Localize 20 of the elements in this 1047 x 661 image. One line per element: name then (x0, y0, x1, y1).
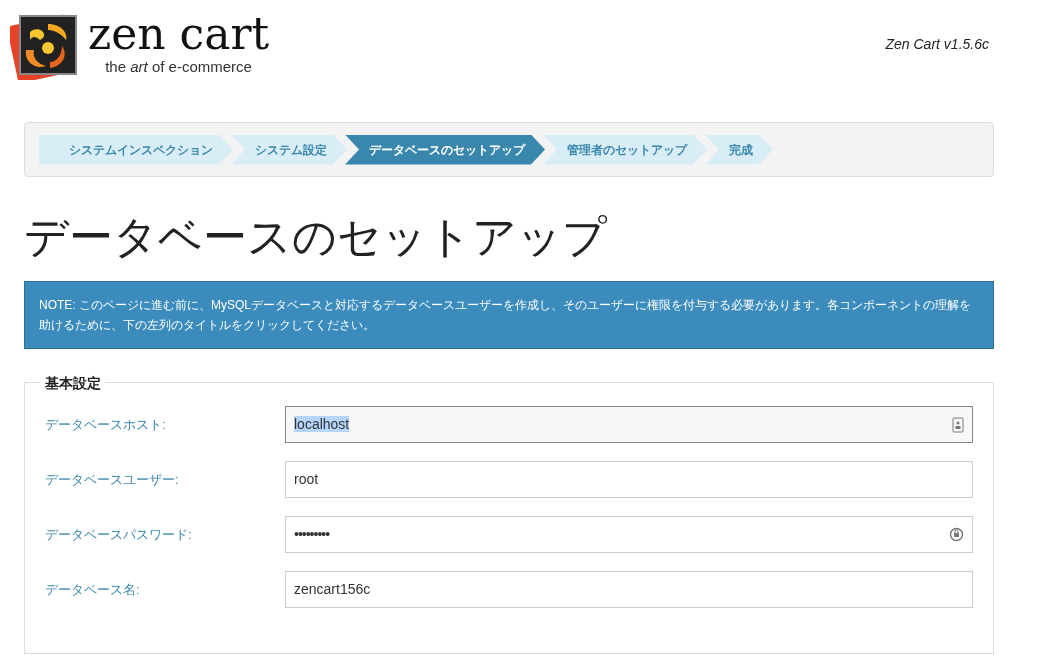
field-label[interactable]: データベースユーザー: (45, 469, 285, 490)
version-text: Zen Cart v1.5.6c (885, 35, 989, 54)
password-field[interactable]: ••••••••• (285, 516, 973, 553)
contact-card-icon[interactable] (952, 416, 964, 433)
progress-step: システムインスペクション (39, 134, 233, 165)
input-field[interactable]: root (285, 461, 973, 498)
section-legend: 基本設定 (41, 373, 105, 394)
progress-step: システム設定 (231, 134, 347, 165)
logo-wordmark: zen cart (88, 11, 270, 56)
input-field[interactable]: zencart156c (285, 571, 973, 608)
field-label[interactable]: データベース名: (45, 579, 285, 600)
logo-tagline: the art of e-commerce (105, 56, 252, 77)
progress-step: 管理者のセットアップ (543, 134, 707, 165)
field-label[interactable]: データベースパスワード: (45, 524, 285, 545)
input-field[interactable]: localhost (285, 406, 973, 443)
progress-step: 完成 (705, 134, 773, 165)
note-banner: NOTE: このページに進む前に、MySQLデータベースと対応するデータベースユーザーを作成し、そのユーザーに権限を付与する必要があります。各コンポーネントの理解を助けるために、下の左列のタイトルをクリックしてください。 (24, 281, 994, 349)
progress-step: データベースのセットアップ (345, 134, 545, 165)
page-heading: データベースのセットアップ (24, 211, 608, 263)
field-label[interactable]: データベースホスト: (45, 414, 285, 435)
